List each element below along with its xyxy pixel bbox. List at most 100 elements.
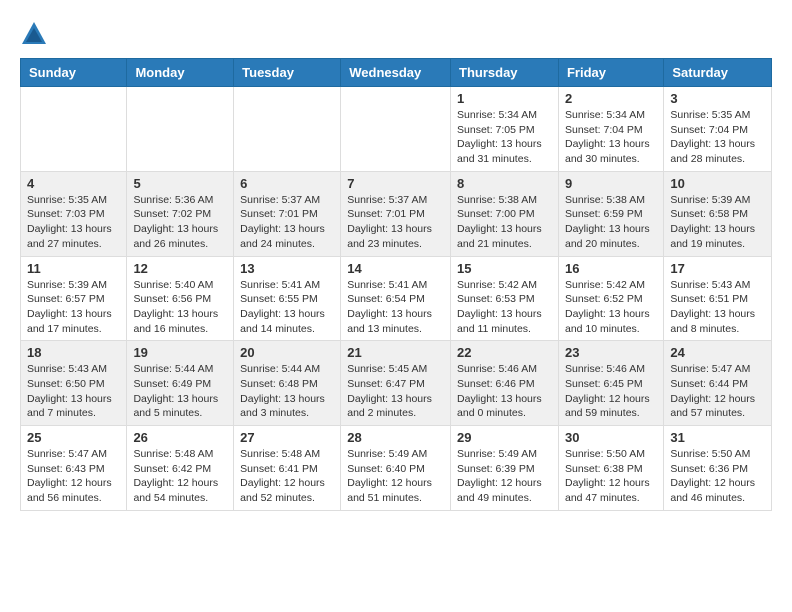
day-number: 6 bbox=[240, 176, 334, 191]
calendar-cell: 23 Sunrise: 5:46 AM Sunset: 6:45 PM Dayli… bbox=[558, 341, 663, 426]
day-info: Sunrise: 5:34 AM Sunset: 7:04 PM Dayligh… bbox=[565, 108, 657, 167]
day-info: Sunrise: 5:44 AM Sunset: 6:48 PM Dayligh… bbox=[240, 362, 334, 421]
day-number: 19 bbox=[133, 345, 227, 360]
calendar-cell: 16 Sunrise: 5:42 AM Sunset: 6:52 PM Dayli… bbox=[558, 256, 663, 341]
page-header bbox=[20, 20, 772, 48]
calendar-cell: 10 Sunrise: 5:39 AM Sunset: 6:58 PM Dayli… bbox=[664, 171, 772, 256]
calendar-cell: 6 Sunrise: 5:37 AM Sunset: 7:01 PM Daylig… bbox=[234, 171, 341, 256]
weekday-header-row: SundayMondayTuesdayWednesdayThursdayFrid… bbox=[21, 59, 772, 87]
day-info: Sunrise: 5:35 AM Sunset: 7:04 PM Dayligh… bbox=[670, 108, 765, 167]
calendar-cell: 31 Sunrise: 5:50 AM Sunset: 6:36 PM Dayli… bbox=[664, 426, 772, 511]
calendar-cell: 26 Sunrise: 5:48 AM Sunset: 6:42 PM Dayli… bbox=[127, 426, 234, 511]
calendar-cell: 27 Sunrise: 5:48 AM Sunset: 6:41 PM Dayli… bbox=[234, 426, 341, 511]
calendar-cell: 14 Sunrise: 5:41 AM Sunset: 6:54 PM Dayli… bbox=[341, 256, 451, 341]
calendar-cell: 15Sunrise: 5:42 AM Sunset: 6:53 PM Dayli… bbox=[451, 256, 559, 341]
calendar-cell: 9 Sunrise: 5:38 AM Sunset: 6:59 PM Daylig… bbox=[558, 171, 663, 256]
calendar-cell: 4 Sunrise: 5:35 AM Sunset: 7:03 PM Daylig… bbox=[21, 171, 127, 256]
weekday-header-thursday: Thursday bbox=[451, 59, 559, 87]
day-number: 27 bbox=[240, 430, 334, 445]
calendar-week-row: 11Sunrise: 5:39 AM Sunset: 6:57 PM Dayli… bbox=[21, 256, 772, 341]
day-number: 21 bbox=[347, 345, 444, 360]
calendar-table: SundayMondayTuesdayWednesdayThursdayFrid… bbox=[20, 58, 772, 511]
logo bbox=[20, 20, 52, 48]
day-number: 17 bbox=[670, 261, 765, 276]
calendar-cell: 22 Sunrise: 5:46 AM Sunset: 6:46 PM Dayli… bbox=[451, 341, 559, 426]
day-number: 3 bbox=[670, 91, 765, 106]
day-info: Sunrise: 5:50 AM Sunset: 6:38 PM Dayligh… bbox=[565, 447, 657, 506]
day-number: 23 bbox=[565, 345, 657, 360]
day-info: Sunrise: 5:35 AM Sunset: 7:03 PM Dayligh… bbox=[27, 193, 120, 252]
day-info: Sunrise: 5:36 AM Sunset: 7:02 PM Dayligh… bbox=[133, 193, 227, 252]
day-number: 22 bbox=[457, 345, 552, 360]
day-number: 20 bbox=[240, 345, 334, 360]
day-info: Sunrise: 5:41 AM Sunset: 6:54 PM Dayligh… bbox=[347, 278, 444, 337]
calendar-cell: 17 Sunrise: 5:43 AM Sunset: 6:51 PM Dayli… bbox=[664, 256, 772, 341]
day-number: 5 bbox=[133, 176, 227, 191]
day-number: 16 bbox=[565, 261, 657, 276]
day-number: 24 bbox=[670, 345, 765, 360]
calendar-cell: 19 Sunrise: 5:44 AM Sunset: 6:49 PM Dayli… bbox=[127, 341, 234, 426]
calendar-cell bbox=[341, 87, 451, 172]
calendar-cell: 1Sunrise: 5:34 AM Sunset: 7:05 PM Daylig… bbox=[451, 87, 559, 172]
day-info: Sunrise: 5:39 AM Sunset: 6:57 PM Dayligh… bbox=[27, 278, 120, 337]
calendar-cell: 20 Sunrise: 5:44 AM Sunset: 6:48 PM Dayli… bbox=[234, 341, 341, 426]
calendar-cell: 30Sunrise: 5:50 AM Sunset: 6:38 PM Dayli… bbox=[558, 426, 663, 511]
day-number: 7 bbox=[347, 176, 444, 191]
day-number: 8 bbox=[457, 176, 552, 191]
calendar-week-row: 1Sunrise: 5:34 AM Sunset: 7:05 PM Daylig… bbox=[21, 87, 772, 172]
calendar-cell: 29 Sunrise: 5:49 AM Sunset: 6:39 PM Dayli… bbox=[451, 426, 559, 511]
calendar-cell: 11Sunrise: 5:39 AM Sunset: 6:57 PM Dayli… bbox=[21, 256, 127, 341]
day-number: 18 bbox=[27, 345, 120, 360]
day-number: 26 bbox=[133, 430, 227, 445]
day-info: Sunrise: 5:40 AM Sunset: 6:56 PM Dayligh… bbox=[133, 278, 227, 337]
calendar-cell: 24 Sunrise: 5:47 AM Sunset: 6:44 PM Dayli… bbox=[664, 341, 772, 426]
day-number: 28 bbox=[347, 430, 444, 445]
weekday-header-friday: Friday bbox=[558, 59, 663, 87]
day-number: 9 bbox=[565, 176, 657, 191]
calendar-cell: 21 Sunrise: 5:45 AM Sunset: 6:47 PM Dayli… bbox=[341, 341, 451, 426]
day-info: Sunrise: 5:48 AM Sunset: 6:42 PM Dayligh… bbox=[133, 447, 227, 506]
day-info: Sunrise: 5:47 AM Sunset: 6:43 PM Dayligh… bbox=[27, 447, 120, 506]
calendar-week-row: 25 Sunrise: 5:47 AM Sunset: 6:43 PM Dayli… bbox=[21, 426, 772, 511]
calendar-cell: 28 Sunrise: 5:49 AM Sunset: 6:40 PM Dayli… bbox=[341, 426, 451, 511]
calendar-cell: 18 Sunrise: 5:43 AM Sunset: 6:50 PM Dayli… bbox=[21, 341, 127, 426]
calendar-week-row: 18 Sunrise: 5:43 AM Sunset: 6:50 PM Dayli… bbox=[21, 341, 772, 426]
calendar-cell: 8 Sunrise: 5:38 AM Sunset: 7:00 PM Daylig… bbox=[451, 171, 559, 256]
day-info: Sunrise: 5:43 AM Sunset: 6:51 PM Dayligh… bbox=[670, 278, 765, 337]
day-number: 31 bbox=[670, 430, 765, 445]
day-number: 12 bbox=[133, 261, 227, 276]
day-info: Sunrise: 5:49 AM Sunset: 6:39 PM Dayligh… bbox=[457, 447, 552, 506]
day-info: Sunrise: 5:38 AM Sunset: 6:59 PM Dayligh… bbox=[565, 193, 657, 252]
day-info: Sunrise: 5:49 AM Sunset: 6:40 PM Dayligh… bbox=[347, 447, 444, 506]
day-number: 4 bbox=[27, 176, 120, 191]
day-info: Sunrise: 5:47 AM Sunset: 6:44 PM Dayligh… bbox=[670, 362, 765, 421]
day-info: Sunrise: 5:46 AM Sunset: 6:46 PM Dayligh… bbox=[457, 362, 552, 421]
day-info: Sunrise: 5:39 AM Sunset: 6:58 PM Dayligh… bbox=[670, 193, 765, 252]
calendar-cell: 25 Sunrise: 5:47 AM Sunset: 6:43 PM Dayli… bbox=[21, 426, 127, 511]
day-info: Sunrise: 5:44 AM Sunset: 6:49 PM Dayligh… bbox=[133, 362, 227, 421]
day-info: Sunrise: 5:42 AM Sunset: 6:53 PM Dayligh… bbox=[457, 278, 552, 337]
logo-icon bbox=[20, 20, 48, 48]
calendar-cell bbox=[127, 87, 234, 172]
day-info: Sunrise: 5:50 AM Sunset: 6:36 PM Dayligh… bbox=[670, 447, 765, 506]
day-info: Sunrise: 5:46 AM Sunset: 6:45 PM Dayligh… bbox=[565, 362, 657, 421]
calendar-cell: 13Sunrise: 5:41 AM Sunset: 6:55 PM Dayli… bbox=[234, 256, 341, 341]
day-info: Sunrise: 5:48 AM Sunset: 6:41 PM Dayligh… bbox=[240, 447, 334, 506]
day-number: 25 bbox=[27, 430, 120, 445]
weekday-header-wednesday: Wednesday bbox=[341, 59, 451, 87]
day-number: 14 bbox=[347, 261, 444, 276]
day-info: Sunrise: 5:37 AM Sunset: 7:01 PM Dayligh… bbox=[240, 193, 334, 252]
day-info: Sunrise: 5:45 AM Sunset: 6:47 PM Dayligh… bbox=[347, 362, 444, 421]
calendar-cell bbox=[234, 87, 341, 172]
calendar-cell: 7 Sunrise: 5:37 AM Sunset: 7:01 PM Daylig… bbox=[341, 171, 451, 256]
day-info: Sunrise: 5:38 AM Sunset: 7:00 PM Dayligh… bbox=[457, 193, 552, 252]
day-info: Sunrise: 5:37 AM Sunset: 7:01 PM Dayligh… bbox=[347, 193, 444, 252]
day-number: 29 bbox=[457, 430, 552, 445]
day-info: Sunrise: 5:42 AM Sunset: 6:52 PM Dayligh… bbox=[565, 278, 657, 337]
day-info: Sunrise: 5:43 AM Sunset: 6:50 PM Dayligh… bbox=[27, 362, 120, 421]
day-number: 10 bbox=[670, 176, 765, 191]
calendar-cell: 5 Sunrise: 5:36 AM Sunset: 7:02 PM Daylig… bbox=[127, 171, 234, 256]
calendar-cell: 12 Sunrise: 5:40 AM Sunset: 6:56 PM Dayli… bbox=[127, 256, 234, 341]
day-number: 2 bbox=[565, 91, 657, 106]
weekday-header-monday: Monday bbox=[127, 59, 234, 87]
